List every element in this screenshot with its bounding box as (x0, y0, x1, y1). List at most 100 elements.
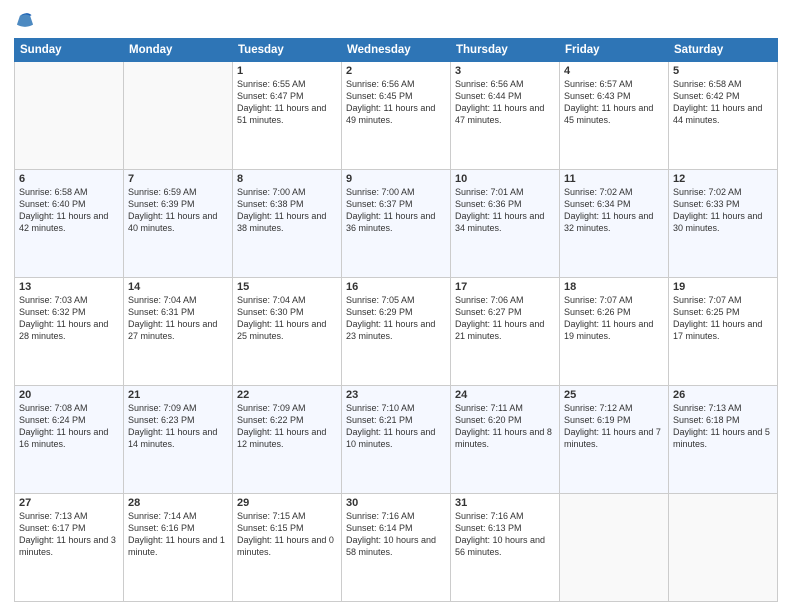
weekday-monday: Monday (124, 39, 233, 62)
day-cell: 18Sunrise: 7:07 AMSunset: 6:26 PMDayligh… (560, 278, 669, 386)
day-cell: 1Sunrise: 6:55 AMSunset: 6:47 PMDaylight… (233, 62, 342, 170)
page: SundayMondayTuesdayWednesdayThursdayFrid… (0, 0, 792, 612)
day-cell: 23Sunrise: 7:10 AMSunset: 6:21 PMDayligh… (342, 386, 451, 494)
day-info: Sunrise: 7:02 AMSunset: 6:33 PMDaylight:… (673, 186, 773, 235)
day-cell: 11Sunrise: 7:02 AMSunset: 6:34 PMDayligh… (560, 170, 669, 278)
day-info: Sunrise: 6:58 AMSunset: 6:42 PMDaylight:… (673, 78, 773, 127)
day-number: 25 (564, 389, 664, 401)
day-info: Sunrise: 6:56 AMSunset: 6:44 PMDaylight:… (455, 78, 555, 127)
weekday-sunday: Sunday (15, 39, 124, 62)
day-info: Sunrise: 6:57 AMSunset: 6:43 PMDaylight:… (564, 78, 664, 127)
day-cell: 28Sunrise: 7:14 AMSunset: 6:16 PMDayligh… (124, 494, 233, 602)
logo-icon (14, 10, 36, 32)
weekday-thursday: Thursday (451, 39, 560, 62)
day-number: 16 (346, 281, 446, 293)
day-cell: 26Sunrise: 7:13 AMSunset: 6:18 PMDayligh… (669, 386, 778, 494)
day-number: 3 (455, 65, 555, 77)
day-info: Sunrise: 6:55 AMSunset: 6:47 PMDaylight:… (237, 78, 337, 127)
weekday-friday: Friday (560, 39, 669, 62)
day-number: 8 (237, 173, 337, 185)
day-number: 2 (346, 65, 446, 77)
day-info: Sunrise: 7:07 AMSunset: 6:26 PMDaylight:… (564, 294, 664, 343)
day-number: 7 (128, 173, 228, 185)
week-row-3: 13Sunrise: 7:03 AMSunset: 6:32 PMDayligh… (15, 278, 778, 386)
day-cell: 7Sunrise: 6:59 AMSunset: 6:39 PMDaylight… (124, 170, 233, 278)
day-number: 1 (237, 65, 337, 77)
day-cell: 22Sunrise: 7:09 AMSunset: 6:22 PMDayligh… (233, 386, 342, 494)
day-number: 30 (346, 497, 446, 509)
day-cell: 16Sunrise: 7:05 AMSunset: 6:29 PMDayligh… (342, 278, 451, 386)
day-cell: 5Sunrise: 6:58 AMSunset: 6:42 PMDaylight… (669, 62, 778, 170)
day-number: 13 (19, 281, 119, 293)
day-number: 17 (455, 281, 555, 293)
day-number: 6 (19, 173, 119, 185)
day-number: 27 (19, 497, 119, 509)
week-row-2: 6Sunrise: 6:58 AMSunset: 6:40 PMDaylight… (15, 170, 778, 278)
day-number: 18 (564, 281, 664, 293)
week-row-5: 27Sunrise: 7:13 AMSunset: 6:17 PMDayligh… (15, 494, 778, 602)
day-info: Sunrise: 7:02 AMSunset: 6:34 PMDaylight:… (564, 186, 664, 235)
day-info: Sunrise: 7:10 AMSunset: 6:21 PMDaylight:… (346, 402, 446, 451)
day-cell: 9Sunrise: 7:00 AMSunset: 6:37 PMDaylight… (342, 170, 451, 278)
day-info: Sunrise: 7:03 AMSunset: 6:32 PMDaylight:… (19, 294, 119, 343)
day-cell: 15Sunrise: 7:04 AMSunset: 6:30 PMDayligh… (233, 278, 342, 386)
day-cell: 24Sunrise: 7:11 AMSunset: 6:20 PMDayligh… (451, 386, 560, 494)
day-cell: 13Sunrise: 7:03 AMSunset: 6:32 PMDayligh… (15, 278, 124, 386)
week-row-4: 20Sunrise: 7:08 AMSunset: 6:24 PMDayligh… (15, 386, 778, 494)
day-cell (560, 494, 669, 602)
day-number: 26 (673, 389, 773, 401)
day-info: Sunrise: 6:59 AMSunset: 6:39 PMDaylight:… (128, 186, 228, 235)
day-cell: 21Sunrise: 7:09 AMSunset: 6:23 PMDayligh… (124, 386, 233, 494)
day-cell: 14Sunrise: 7:04 AMSunset: 6:31 PMDayligh… (124, 278, 233, 386)
day-cell: 4Sunrise: 6:57 AMSunset: 6:43 PMDaylight… (560, 62, 669, 170)
day-number: 5 (673, 65, 773, 77)
day-info: Sunrise: 7:08 AMSunset: 6:24 PMDaylight:… (19, 402, 119, 451)
day-cell: 6Sunrise: 6:58 AMSunset: 6:40 PMDaylight… (15, 170, 124, 278)
day-cell: 17Sunrise: 7:06 AMSunset: 6:27 PMDayligh… (451, 278, 560, 386)
day-number: 15 (237, 281, 337, 293)
day-info: Sunrise: 7:01 AMSunset: 6:36 PMDaylight:… (455, 186, 555, 235)
day-info: Sunrise: 6:56 AMSunset: 6:45 PMDaylight:… (346, 78, 446, 127)
day-info: Sunrise: 7:11 AMSunset: 6:20 PMDaylight:… (455, 402, 555, 451)
header (14, 10, 778, 32)
day-cell: 31Sunrise: 7:16 AMSunset: 6:13 PMDayligh… (451, 494, 560, 602)
day-number: 11 (564, 173, 664, 185)
day-info: Sunrise: 7:06 AMSunset: 6:27 PMDaylight:… (455, 294, 555, 343)
weekday-wednesday: Wednesday (342, 39, 451, 62)
day-number: 14 (128, 281, 228, 293)
day-cell: 3Sunrise: 6:56 AMSunset: 6:44 PMDaylight… (451, 62, 560, 170)
day-number: 23 (346, 389, 446, 401)
week-row-1: 1Sunrise: 6:55 AMSunset: 6:47 PMDaylight… (15, 62, 778, 170)
day-info: Sunrise: 7:07 AMSunset: 6:25 PMDaylight:… (673, 294, 773, 343)
day-number: 4 (564, 65, 664, 77)
day-cell (669, 494, 778, 602)
day-info: Sunrise: 7:04 AMSunset: 6:31 PMDaylight:… (128, 294, 228, 343)
day-info: Sunrise: 7:14 AMSunset: 6:16 PMDaylight:… (128, 510, 228, 559)
day-number: 9 (346, 173, 446, 185)
day-info: Sunrise: 7:16 AMSunset: 6:13 PMDaylight:… (455, 510, 555, 559)
day-number: 10 (455, 173, 555, 185)
day-number: 12 (673, 173, 773, 185)
day-number: 21 (128, 389, 228, 401)
day-info: Sunrise: 7:04 AMSunset: 6:30 PMDaylight:… (237, 294, 337, 343)
day-cell: 10Sunrise: 7:01 AMSunset: 6:36 PMDayligh… (451, 170, 560, 278)
day-number: 28 (128, 497, 228, 509)
logo (14, 10, 40, 32)
day-info: Sunrise: 7:00 AMSunset: 6:37 PMDaylight:… (346, 186, 446, 235)
weekday-saturday: Saturday (669, 39, 778, 62)
day-cell: 20Sunrise: 7:08 AMSunset: 6:24 PMDayligh… (15, 386, 124, 494)
day-cell: 19Sunrise: 7:07 AMSunset: 6:25 PMDayligh… (669, 278, 778, 386)
day-info: Sunrise: 7:13 AMSunset: 6:18 PMDaylight:… (673, 402, 773, 451)
day-number: 19 (673, 281, 773, 293)
day-cell: 25Sunrise: 7:12 AMSunset: 6:19 PMDayligh… (560, 386, 669, 494)
weekday-tuesday: Tuesday (233, 39, 342, 62)
day-info: Sunrise: 7:05 AMSunset: 6:29 PMDaylight:… (346, 294, 446, 343)
day-info: Sunrise: 7:16 AMSunset: 6:14 PMDaylight:… (346, 510, 446, 559)
day-info: Sunrise: 7:13 AMSunset: 6:17 PMDaylight:… (19, 510, 119, 559)
day-info: Sunrise: 7:09 AMSunset: 6:22 PMDaylight:… (237, 402, 337, 451)
day-cell: 29Sunrise: 7:15 AMSunset: 6:15 PMDayligh… (233, 494, 342, 602)
day-info: Sunrise: 7:15 AMSunset: 6:15 PMDaylight:… (237, 510, 337, 559)
day-number: 20 (19, 389, 119, 401)
day-cell: 30Sunrise: 7:16 AMSunset: 6:14 PMDayligh… (342, 494, 451, 602)
day-number: 22 (237, 389, 337, 401)
